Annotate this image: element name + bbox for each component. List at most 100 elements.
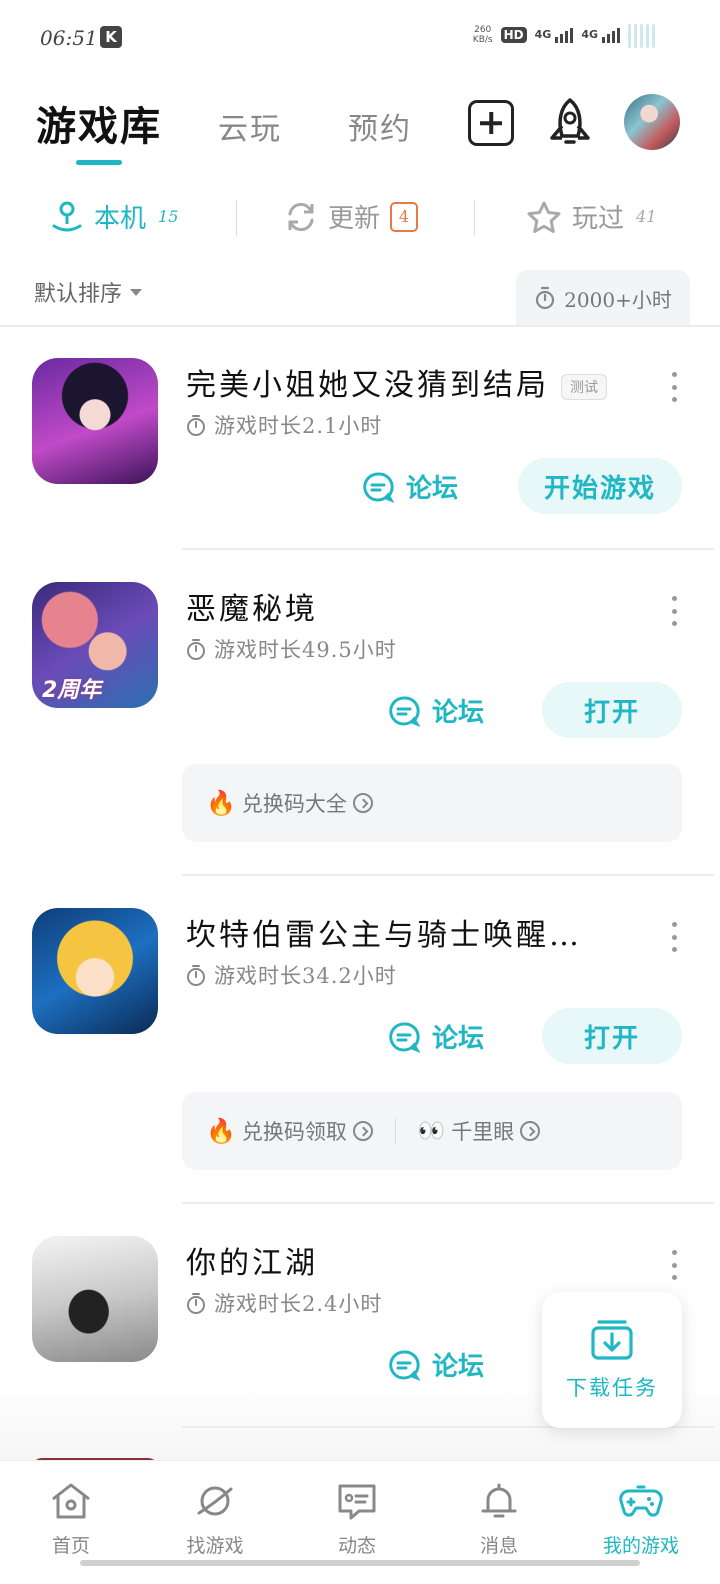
playtime-filter[interactable]: 2000+小时 (516, 270, 690, 326)
clairvoyance-link[interactable]: 👀 千里眼 (417, 1116, 541, 1146)
promo-label: 兑换码领取 (241, 1120, 347, 1144)
subtab-update-label: 更新 (328, 204, 381, 234)
promo-label: 兑换码大全 (241, 792, 347, 816)
update-count-badge: 4 (390, 201, 419, 232)
sim2-type: 4G (581, 27, 598, 41)
subtab-update[interactable]: 更新 4 (284, 198, 419, 235)
nav-feed-label: 动态 (337, 1535, 376, 1557)
playtime: 游戏时长2.1小时 (186, 410, 382, 440)
open-button[interactable]: 打开 (542, 1008, 682, 1064)
game-icon[interactable] (32, 908, 158, 1034)
fire-icon: 🔥 (206, 1117, 236, 1145)
nav-home-label: 首页 (51, 1535, 90, 1557)
promo-bar: 🔥 兑换码大全 (182, 764, 682, 842)
rocket-icon[interactable] (544, 96, 596, 152)
bell-icon (481, 1483, 517, 1518)
nav-find-games-label: 找游戏 (186, 1535, 244, 1557)
promo-separator (394, 1118, 396, 1144)
subtab-local[interactable]: 本机 15 (50, 198, 178, 235)
timer-icon (187, 965, 205, 986)
more-options-icon[interactable] (668, 596, 680, 626)
subtab-local-count: 15 (158, 207, 179, 226)
chat-bubble-icon (363, 471, 394, 503)
nav-home[interactable]: 首页 (16, 1481, 126, 1558)
promo-bar: 🔥 兑换码领取 👀 千里眼 (182, 1092, 682, 1170)
battery-icon (628, 22, 668, 48)
subtab-played-count: 41 (636, 207, 657, 226)
more-options-icon[interactable] (668, 922, 680, 952)
game-title: 坎特伯雷公主与骑士唤醒… (186, 918, 582, 953)
active-tab-indicator (76, 160, 122, 165)
signal-icon-sim2: 4G (581, 27, 620, 43)
status-icons: 260 KB/s HD 4G 4G (473, 22, 668, 48)
forum-label: 论坛 (432, 1352, 485, 1382)
network-speed-value: 260 (474, 25, 492, 35)
promo-label: 千里眼 (451, 1120, 515, 1144)
playtime-text: 游戏时长49.5小时 (214, 638, 397, 662)
forum-button[interactable]: 论坛 (362, 468, 458, 505)
download-task-button[interactable]: 下载任务 (542, 1292, 682, 1428)
game-icon[interactable] (32, 358, 158, 484)
top-tabs: 游戏库 云玩 预约 (0, 92, 720, 170)
start-game-button[interactable]: 开始游戏 (518, 458, 682, 514)
forum-button[interactable]: 论坛 (388, 1018, 484, 1055)
chevron-right-icon (520, 1121, 541, 1141)
tab-game-library[interactable]: 游戏库 (36, 94, 162, 152)
divider (182, 874, 714, 876)
eyes-icon: 👀 (417, 1118, 446, 1144)
network-speed: 260 KB/s (473, 25, 493, 45)
joystick-icon (52, 201, 82, 231)
anniversary-badge: 2周年 (42, 678, 102, 703)
playtime-filter-label: 2000+小时 (564, 287, 672, 312)
nav-my-games[interactable]: 我的游戏 (586, 1481, 696, 1558)
avatar[interactable] (624, 94, 680, 150)
timer-icon (187, 639, 205, 660)
playtime-text: 游戏时长2.1小时 (214, 414, 383, 438)
test-badge: 测试 (561, 374, 607, 400)
game-icon[interactable]: 2周年 (32, 582, 158, 708)
add-icon[interactable] (468, 100, 514, 146)
nav-my-games-label: 我的游戏 (602, 1535, 679, 1557)
redeem-code-link[interactable]: 🔥 兑换码领取 (206, 1116, 373, 1146)
sort-dropdown[interactable]: 默认排序 (34, 276, 143, 308)
download-task-label: 下载任务 (566, 1376, 658, 1400)
forum-label: 论坛 (432, 698, 485, 728)
divider (0, 325, 720, 327)
timer-icon (536, 286, 555, 310)
nav-messages[interactable]: 消息 (444, 1481, 554, 1558)
subtab-played-label: 玩过 (572, 204, 625, 234)
nav-feed[interactable]: 动态 (302, 1481, 412, 1558)
chat-bubble-icon (389, 1349, 420, 1381)
tab-reserve[interactable]: 预约 (348, 104, 412, 148)
nav-find-games[interactable]: 找游戏 (160, 1481, 270, 1558)
fire-icon: 🔥 (206, 789, 236, 817)
more-options-icon[interactable] (668, 1250, 680, 1280)
planet-icon (197, 1486, 233, 1516)
playtime-text: 游戏时长34.2小时 (214, 964, 397, 988)
caret-down-icon (130, 288, 143, 296)
home-indicator[interactable] (80, 1560, 640, 1566)
tab-cloud-play[interactable]: 云玩 (218, 104, 282, 148)
game-title: 完美小姐她又没猜到结局 测试 (186, 360, 607, 404)
hd-voice-icon: HD (500, 27, 527, 43)
more-options-icon[interactable] (668, 372, 680, 402)
forum-label: 论坛 (406, 474, 459, 504)
sort-row: 默认排序 2000+小时 (0, 270, 720, 326)
game-icon[interactable] (32, 1236, 158, 1362)
redeem-code-link[interactable]: 🔥 兑换码大全 (206, 788, 373, 818)
forum-button[interactable]: 论坛 (388, 692, 484, 729)
app-notification-icon: K (100, 26, 122, 48)
star-icon (527, 201, 561, 233)
download-box-icon (591, 1320, 633, 1360)
open-button[interactable]: 打开 (542, 682, 682, 738)
sort-label: 默认排序 (34, 282, 123, 307)
sim1-type: 4G (534, 27, 552, 41)
subtab-played[interactable]: 玩过 41 (526, 198, 656, 235)
status-time: 06:51 (40, 26, 98, 50)
chevron-right-icon (352, 793, 373, 813)
game-title: 你的江湖 (186, 1246, 318, 1281)
chevron-right-icon (352, 1121, 373, 1141)
divider (182, 1202, 714, 1204)
sub-tabs: 本机 15 更新 4 玩过 41 (0, 192, 720, 242)
forum-button[interactable]: 论坛 (388, 1346, 484, 1383)
